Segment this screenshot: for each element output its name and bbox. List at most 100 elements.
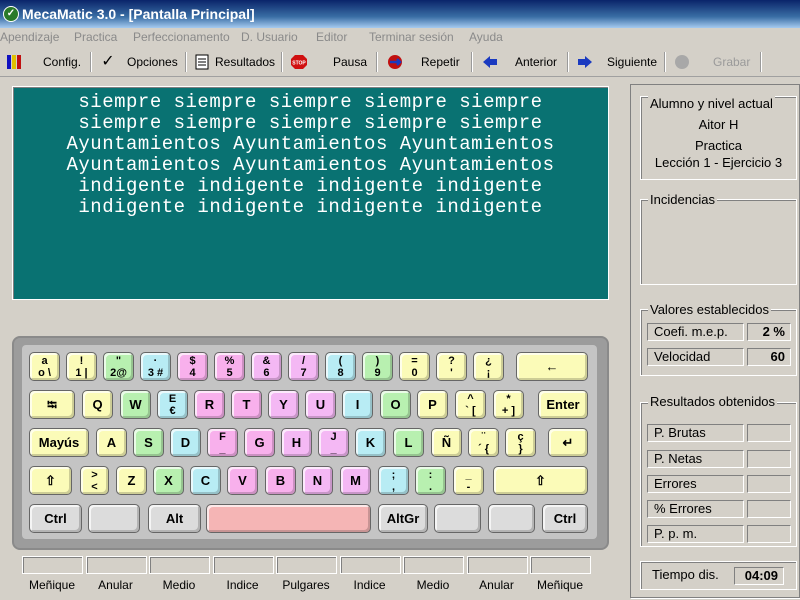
repeat-icon bbox=[386, 54, 402, 70]
key-blank[interactable] bbox=[488, 504, 535, 533]
config-button[interactable]: Config. bbox=[6, 51, 81, 73]
key-blank[interactable]: ç } bbox=[505, 428, 536, 457]
key-9[interactable]: ) 9 bbox=[362, 352, 393, 381]
key-a-o[interactable]: a o \ bbox=[29, 352, 60, 381]
key-w[interactable]: W bbox=[120, 390, 151, 419]
pausa-button[interactable]: STOP Pausa bbox=[290, 51, 367, 73]
key-s[interactable]: S bbox=[133, 428, 164, 457]
key-p[interactable]: P bbox=[417, 390, 448, 419]
key-a[interactable]: A bbox=[96, 428, 127, 457]
key-y[interactable]: Y bbox=[268, 390, 299, 419]
menu-practica[interactable]: Practica bbox=[74, 30, 117, 44]
key-blank[interactable]: : . bbox=[415, 466, 446, 495]
key-blank[interactable]: ^ ` [ bbox=[455, 390, 486, 419]
siguiente-button[interactable]: Siguiente bbox=[577, 51, 657, 73]
arrow-right-icon bbox=[577, 54, 593, 70]
tiempo-label: Tiempo dis. bbox=[652, 567, 719, 582]
grabar-button[interactable]: Grabar bbox=[674, 51, 750, 73]
key-blank[interactable]: ¨ ´ { bbox=[468, 428, 499, 457]
toolbar: Config. ✓ Opciones Resultados STOP Pausa… bbox=[0, 48, 800, 77]
key-2[interactable]: " 2@ bbox=[103, 352, 134, 381]
key-x[interactable]: X bbox=[153, 466, 184, 495]
key-ctrl[interactable]: Ctrl bbox=[542, 504, 588, 533]
key-b[interactable]: B bbox=[265, 466, 296, 495]
key-blank[interactable] bbox=[206, 504, 371, 533]
result-row: P. p. m. bbox=[647, 525, 791, 543]
key-t[interactable]: T bbox=[231, 390, 262, 419]
key-1[interactable]: ! 1 | bbox=[66, 352, 97, 381]
key-blank[interactable] bbox=[434, 504, 481, 533]
key-k[interactable]: K bbox=[355, 428, 386, 457]
key-f[interactable]: F _ bbox=[207, 428, 238, 457]
key-ñ[interactable]: Ñ bbox=[431, 428, 462, 457]
key-0[interactable]: = 0 bbox=[399, 352, 430, 381]
key-ctrl[interactable]: Ctrl bbox=[29, 504, 82, 533]
key-c[interactable]: C bbox=[190, 466, 221, 495]
incidencias-group bbox=[640, 199, 797, 285]
key-j[interactable]: J _ bbox=[318, 428, 349, 457]
key-blank[interactable]: ← bbox=[516, 352, 588, 381]
ppm-value bbox=[747, 525, 791, 543]
key-may-s[interactable]: Mayús bbox=[29, 428, 89, 457]
exercise-line: Ayuntamientos Ayuntamientos Ayuntamiento… bbox=[66, 133, 555, 155]
resultados-button[interactable]: Resultados bbox=[194, 51, 275, 73]
key-n[interactable]: N bbox=[302, 466, 333, 495]
key-3[interactable]: · 3 # bbox=[140, 352, 171, 381]
velocidad-value: 60 bbox=[747, 348, 791, 366]
key-r[interactable]: R bbox=[194, 390, 225, 419]
result-row: % Errores bbox=[647, 500, 791, 518]
finger-bar bbox=[276, 556, 337, 574]
menu-editor[interactable]: Editor bbox=[316, 30, 347, 44]
key-o[interactable]: O bbox=[380, 390, 411, 419]
key-blank[interactable]: ⇧ bbox=[29, 466, 72, 495]
key-blank[interactable] bbox=[88, 504, 140, 533]
key-z[interactable]: Z bbox=[116, 466, 147, 495]
svg-text:STOP: STOP bbox=[292, 61, 306, 67]
menu-terminar-sesion[interactable]: Terminar sesión bbox=[369, 30, 454, 44]
resultados-title: Resultados obtenidos bbox=[648, 394, 778, 409]
key-l[interactable]: L bbox=[393, 428, 424, 457]
key-8[interactable]: ( 8 bbox=[325, 352, 356, 381]
key-7[interactable]: / 7 bbox=[288, 352, 319, 381]
menu-perfeccionamiento[interactable]: Perfeccionamento bbox=[133, 30, 230, 44]
menu-datos-usuario[interactable]: D. Usuario bbox=[241, 30, 298, 44]
finger-label: Indice bbox=[226, 578, 259, 592]
key-blank[interactable]: ? ' bbox=[436, 352, 467, 381]
key-enter[interactable]: Enter bbox=[538, 390, 588, 419]
student-mode: Practica bbox=[695, 138, 742, 153]
finger-label: Meñique bbox=[28, 578, 76, 592]
anterior-button[interactable]: Anterior bbox=[482, 51, 557, 73]
finger-bar bbox=[85, 556, 147, 574]
finger-label: Meñique bbox=[536, 578, 584, 592]
key-4[interactable]: $ 4 bbox=[177, 352, 208, 381]
key-u[interactable]: U bbox=[305, 390, 336, 419]
key-q[interactable]: Q bbox=[82, 390, 113, 419]
key-e[interactable]: E € bbox=[157, 390, 188, 419]
key-blank[interactable]: * + ] bbox=[493, 390, 524, 419]
repetir-button[interactable]: Repetir bbox=[386, 51, 460, 73]
key-6[interactable]: & 6 bbox=[251, 352, 282, 381]
key-alt[interactable]: Alt bbox=[148, 504, 201, 533]
key-5[interactable]: % 5 bbox=[214, 352, 245, 381]
key-blank[interactable]: _ - bbox=[453, 466, 484, 495]
menu-bar: Apendizaje Practica Perfeccionamento D. … bbox=[0, 28, 800, 47]
opciones-button[interactable]: ✓ Opciones bbox=[100, 51, 177, 73]
key-i[interactable]: I bbox=[342, 390, 373, 419]
menu-apendizaje[interactable]: Apendizaje bbox=[0, 30, 59, 44]
key-m[interactable]: M bbox=[340, 466, 371, 495]
student-lesson: Lección 1 - Ejercicio 3 bbox=[654, 155, 783, 170]
key-h[interactable]: H bbox=[281, 428, 312, 457]
key-blank[interactable]: > < bbox=[80, 466, 109, 495]
key-d[interactable]: D bbox=[170, 428, 201, 457]
menu-ayuda[interactable]: Ayuda bbox=[469, 30, 503, 44]
result-row: P. Brutas bbox=[647, 424, 791, 442]
key-altgr[interactable]: AltGr bbox=[378, 504, 428, 533]
key-blank[interactable]: ¿ ¡ bbox=[473, 352, 504, 381]
key-g[interactable]: G bbox=[244, 428, 275, 457]
key-v[interactable]: V bbox=[227, 466, 258, 495]
key-blank[interactable]: ; , bbox=[378, 466, 409, 495]
key-blank[interactable]: ↵ bbox=[548, 428, 588, 457]
key-blank[interactable]: ⭾ bbox=[29, 390, 75, 419]
key-blank[interactable]: ⇧ bbox=[493, 466, 588, 495]
grabar-label: Grabar bbox=[713, 55, 751, 69]
